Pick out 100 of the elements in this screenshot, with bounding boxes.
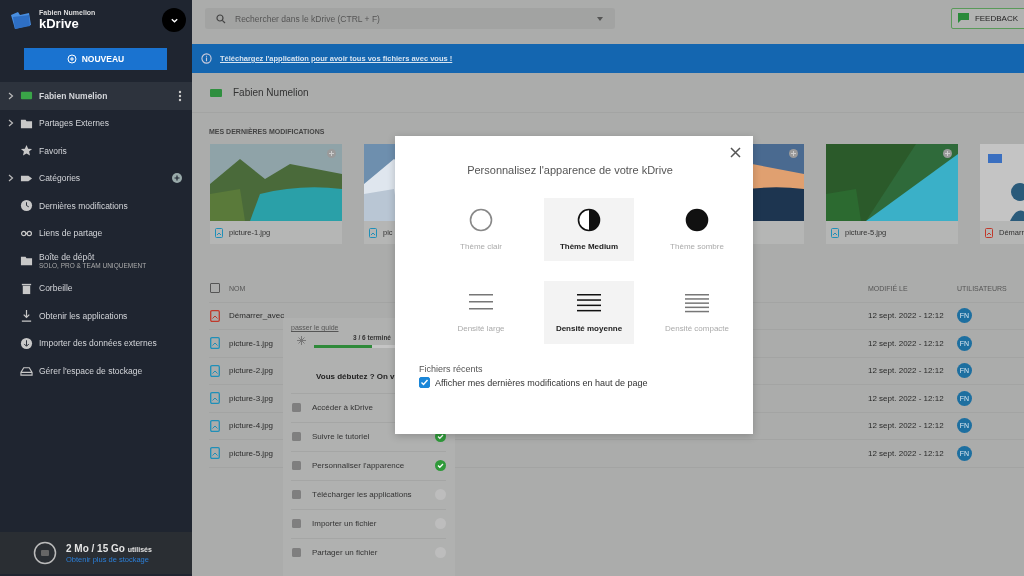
sidebar-item-label: Dernières modifications <box>39 200 128 211</box>
guide-step[interactable]: Télécharger les applications <box>291 479 446 509</box>
density-option[interactable]: Densité moyenne <box>544 281 634 344</box>
recent-files-heading: Fichiers récents <box>419 364 483 374</box>
storage-icon <box>20 364 33 378</box>
info-icon <box>201 53 212 64</box>
image-file-icon <box>215 227 223 238</box>
pdf-file-icon <box>210 309 220 322</box>
sidebar-item-label: Obtenir les applications <box>39 310 128 321</box>
chevron-icon[interactable] <box>8 174 14 183</box>
sidebar-item[interactable]: Catégories <box>0 164 192 192</box>
step-icon <box>291 518 302 529</box>
sidebar-item[interactable]: Gérer l'espace de stockage <box>0 357 192 385</box>
step-icon <box>291 460 302 471</box>
modified-date: 12 sept. 2022 - 12:12 <box>868 421 944 431</box>
breadcrumb: Fabien Numelion <box>233 87 309 98</box>
clock-icon <box>20 199 33 213</box>
modified-date: 12 sept. 2022 - 12:12 <box>868 393 944 403</box>
sidebar-item[interactable]: Importer des données externes <box>0 329 192 357</box>
sidebar-item[interactable]: Corbeille <box>0 274 192 302</box>
image-file-icon <box>831 227 839 238</box>
checkbox-label: Afficher mes dernières modifications en haut de page <box>435 377 648 388</box>
half-circle-icon <box>577 208 601 232</box>
product-name: kDrive <box>39 16 79 31</box>
step-icon <box>291 431 302 442</box>
image-file-icon <box>369 227 377 238</box>
modified-date: 12 sept. 2022 - 12:12 <box>868 366 944 376</box>
sidebar-item[interactable]: Dernières modifications <box>0 192 192 220</box>
image-file-icon <box>210 392 220 405</box>
step-label: Importer un fichier <box>312 519 378 528</box>
feedback-button[interactable]: FEEDBACK <box>950 7 1024 29</box>
drive-icon <box>210 87 222 98</box>
sidebar-item[interactable]: Favoris <box>0 137 192 165</box>
more-icon[interactable] <box>943 149 952 158</box>
chat-icon <box>957 13 969 23</box>
chevron-icon[interactable] <box>8 91 14 100</box>
filled-circle-icon <box>685 208 709 232</box>
sidebar-item[interactable]: Partages Externes <box>0 109 192 137</box>
chevron-icon[interactable] <box>8 119 14 128</box>
modified-date: 12 sept. 2022 - 12:12 <box>868 448 944 458</box>
image-file-icon <box>210 419 220 432</box>
sidebar-item[interactable]: Obtenir les applications <box>0 302 192 330</box>
file-name[interactable]: picture-4.jpg <box>229 421 274 431</box>
lines-icon <box>684 292 710 314</box>
step-label: Accéder à kDrive <box>312 403 374 412</box>
search-icon <box>216 13 226 24</box>
guide-step[interactable]: Personnaliser l'apparence <box>291 450 446 480</box>
step-icon <box>291 489 302 500</box>
sidebar-item-label: Favoris <box>39 145 67 156</box>
step-icon <box>291 547 302 558</box>
sidebar-item-label: Corbeille <box>39 283 73 294</box>
file-name[interactable]: Démarrer_avec <box>229 311 285 321</box>
sparkle-icon <box>297 336 306 346</box>
new-button[interactable]: NOUVEAU <box>24 48 167 70</box>
add-icon[interactable] <box>172 173 182 184</box>
sidebar-item[interactable]: Fabien Numelion <box>0 82 192 110</box>
step-label: Suivre le tutoriel <box>312 432 371 441</box>
pdf-file-icon <box>985 227 993 238</box>
more-icon[interactable] <box>789 149 798 158</box>
storage-gauge-icon <box>33 541 57 565</box>
dialog-title: Personnalisez l'apparence de votre kDrive <box>467 164 673 176</box>
file-name[interactable]: picture-3.jpg <box>229 393 274 403</box>
more-icon[interactable] <box>178 89 182 102</box>
trash-icon <box>20 281 33 295</box>
theme-option[interactable]: Thème Medium <box>544 198 634 261</box>
inbox-folder-icon <box>20 254 33 268</box>
sidebar-item-label: Liens de partage <box>39 228 103 239</box>
search-field[interactable]: Rechercher dans le kDrive (CTRL + F) <box>205 8 615 29</box>
guide-step[interactable]: Importer un fichier <box>291 508 446 538</box>
download-icon <box>20 309 33 323</box>
sidebar-item-label: Catégories <box>39 173 81 184</box>
sidebar-item-label: Importer des données externes <box>39 338 157 349</box>
step-icon <box>291 402 302 413</box>
step-label: Télécharger les applications <box>312 490 413 499</box>
guide-heading: Vous débutez ? On v <box>316 371 395 381</box>
dropdown-caret-icon[interactable] <box>597 16 603 21</box>
empty-circle-icon <box>469 208 493 232</box>
account-menu-button[interactable] <box>162 8 186 32</box>
modified-date: 12 sept. 2022 - 12:12 <box>868 311 944 321</box>
step-label: Partager un fichier <box>312 548 379 557</box>
step-label: Personnaliser l'apparence <box>312 461 406 470</box>
file-name[interactable]: picture-1.jpg <box>229 338 274 348</box>
sidebar-item-label: Gérer l'espace de stockage <box>39 365 143 376</box>
image-file-icon <box>210 447 220 460</box>
download-circle-icon <box>20 336 33 350</box>
guide-step[interactable]: Partager un fichier <box>291 537 446 567</box>
sidebar-item-label: Partages Externes <box>39 118 109 129</box>
image-file-icon <box>210 364 220 377</box>
file-name[interactable]: picture-5.jpg <box>229 448 274 458</box>
sidebar-item-label: Boîte de dépôt <box>39 252 95 263</box>
folder-logo-icon <box>9 9 33 31</box>
modified-date: 12 sept. 2022 - 12:12 <box>868 338 944 348</box>
sidebar-item-label: Fabien Numelion <box>39 90 108 101</box>
select-all-checkbox[interactable] <box>210 283 220 294</box>
file-name[interactable]: picture-2.jpg <box>229 366 274 376</box>
add-circle-icon <box>66 54 77 64</box>
close-icon[interactable] <box>730 147 741 158</box>
lines-icon <box>576 292 602 314</box>
checkbox[interactable] <box>419 377 430 388</box>
sidebar-item[interactable]: Liens de partage <box>0 219 192 247</box>
